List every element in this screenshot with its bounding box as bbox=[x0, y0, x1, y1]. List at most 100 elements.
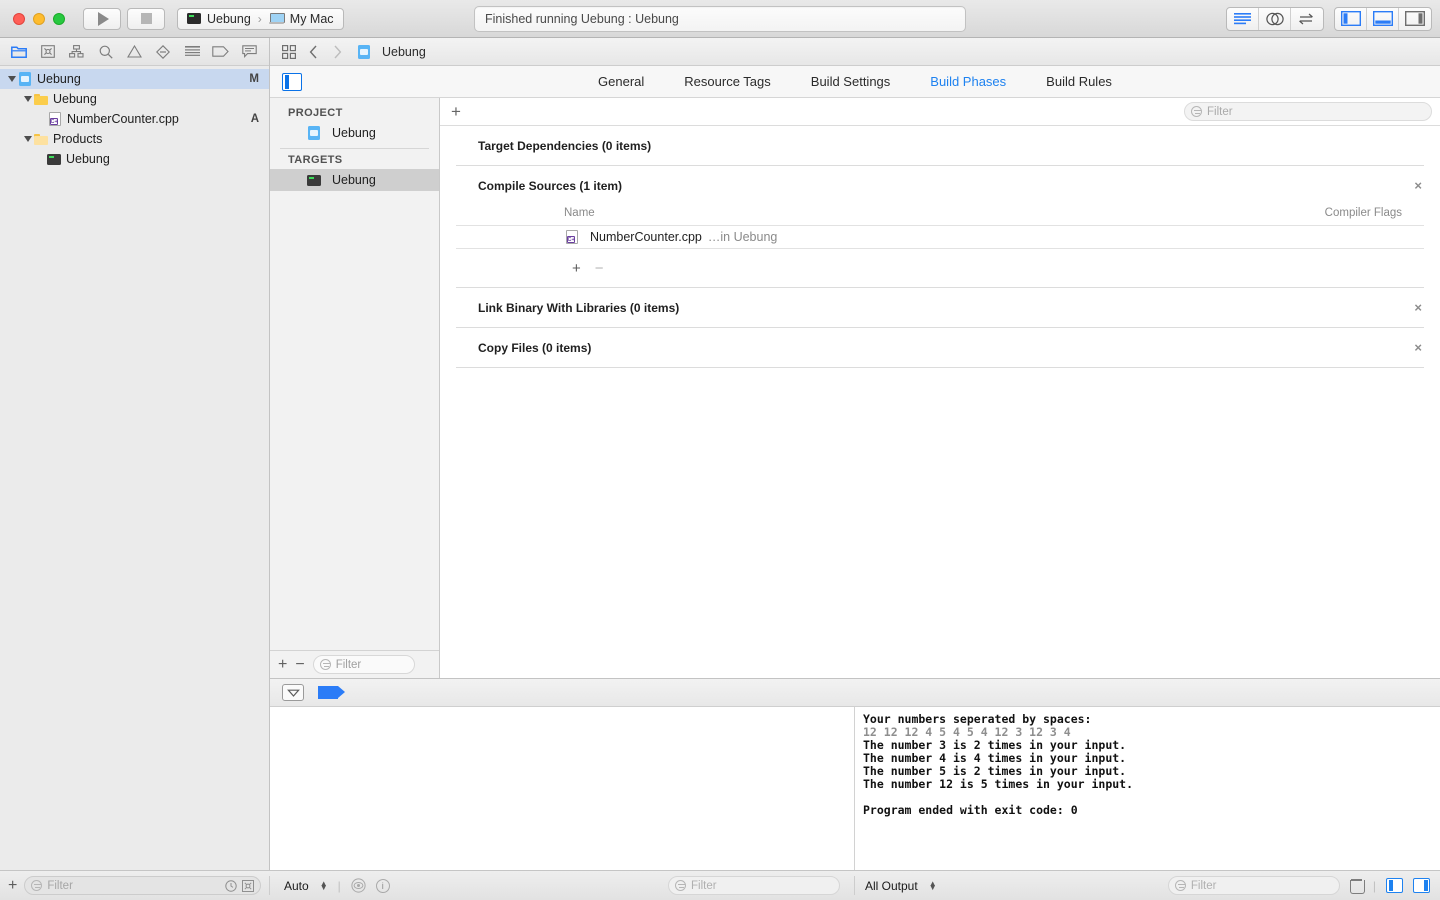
tab-build-phases[interactable]: Build Phases bbox=[930, 74, 1006, 89]
variables-view[interactable] bbox=[270, 707, 855, 870]
target-list-item[interactable]: Uebung bbox=[270, 169, 439, 191]
output-scope-label[interactable]: All Output bbox=[865, 879, 918, 893]
titlebar-right-controls bbox=[1226, 6, 1432, 31]
project-list-item[interactable]: Uebung bbox=[270, 122, 439, 144]
activity-status-bar: Finished running Uebung : Uebung bbox=[474, 5, 966, 32]
build-phases-filter-placeholder: Filter bbox=[1207, 105, 1233, 118]
chevron-updown-icon[interactable]: ▲ ▼ bbox=[320, 879, 328, 891]
report-icon[interactable] bbox=[236, 40, 263, 64]
targets-filter-input[interactable]: Filter bbox=[312, 655, 415, 674]
source-control-filter-icon[interactable] bbox=[242, 879, 254, 892]
nav-row-project[interactable]: Uebung M bbox=[0, 69, 269, 89]
breadcrumb-label: Uebung bbox=[382, 44, 426, 59]
zoom-window-button[interactable] bbox=[53, 12, 65, 25]
remove-phase-button[interactable]: × bbox=[1414, 178, 1422, 193]
disclosure-open-icon[interactable] bbox=[6, 74, 17, 85]
remove-target-button[interactable]: − bbox=[295, 656, 304, 673]
add-file-button[interactable]: + bbox=[572, 260, 581, 277]
disclosure-open-icon[interactable] bbox=[22, 134, 33, 145]
console-output[interactable]: Your numbers seperated by spaces: 12 12 … bbox=[855, 707, 1440, 870]
back-chevron-icon[interactable] bbox=[302, 41, 324, 63]
main-area: Uebung M Uebung C+ NumberCounter.cpp A P… bbox=[0, 38, 1440, 870]
symbol-icon[interactable] bbox=[64, 40, 91, 64]
add-file-button[interactable]: + bbox=[8, 877, 17, 894]
nav-row-group-uebung[interactable]: Uebung bbox=[0, 89, 269, 109]
disclosure-open-icon[interactable] bbox=[22, 94, 33, 105]
variables-filter-placeholder: Filter bbox=[691, 879, 717, 892]
executable-icon bbox=[306, 173, 321, 188]
nav-row-file-numbercounter[interactable]: C+ NumberCounter.cpp A bbox=[0, 109, 269, 129]
show-console-view-button[interactable] bbox=[1413, 878, 1430, 893]
source-control-icon[interactable] bbox=[35, 40, 62, 64]
remove-phase-button[interactable]: × bbox=[1414, 300, 1422, 315]
variables-scope-label[interactable]: Auto bbox=[284, 879, 309, 893]
nav-row-label: Uebung bbox=[37, 72, 81, 86]
phase-header[interactable]: Compile Sources (1 item) × bbox=[456, 166, 1424, 205]
toggle-navigator-button[interactable] bbox=[1335, 7, 1367, 30]
close-window-button[interactable] bbox=[13, 12, 25, 25]
executable-icon bbox=[187, 13, 201, 24]
phase-header[interactable]: Link Binary With Libraries (0 items) × bbox=[456, 288, 1424, 327]
version-editor-button[interactable] bbox=[1291, 8, 1323, 30]
destination-name: My Mac bbox=[289, 11, 334, 26]
show-variables-view-button[interactable] bbox=[1386, 878, 1403, 893]
compile-source-location: …in Uebung bbox=[707, 230, 778, 244]
remove-file-button[interactable]: − bbox=[595, 260, 604, 277]
console-filter-input[interactable]: Filter bbox=[1167, 876, 1340, 895]
tab-resource-tags[interactable]: Resource Tags bbox=[684, 74, 770, 89]
cpp-file-icon: C+ bbox=[47, 112, 62, 127]
add-target-button[interactable]: + bbox=[278, 656, 287, 673]
navigator-filter-input[interactable]: Filter bbox=[24, 876, 261, 895]
compile-sources-add-remove: + − bbox=[456, 249, 1424, 287]
window-titlebar: Uebung › My Mac Finished running Uebung … bbox=[0, 0, 1440, 38]
minimize-window-button[interactable] bbox=[33, 12, 45, 25]
phase-header[interactable]: Copy Files (0 items) × bbox=[456, 328, 1424, 367]
pane-toggle-segment bbox=[1334, 6, 1432, 31]
recent-files-icon[interactable] bbox=[225, 879, 237, 892]
info-icon[interactable]: i bbox=[375, 878, 390, 893]
breadcrumb[interactable]: Uebung bbox=[356, 44, 426, 59]
compile-source-row[interactable]: C+ NumberCounter.cpp …in Uebung bbox=[456, 225, 1424, 249]
project-navigator-tree[interactable]: Uebung M Uebung C+ NumberCounter.cpp A P… bbox=[0, 66, 269, 870]
search-icon[interactable] bbox=[92, 40, 119, 64]
build-phases-filter-input[interactable]: Filter bbox=[1184, 102, 1432, 121]
target-item-label: Uebung bbox=[332, 173, 376, 187]
nav-status-badge: M bbox=[249, 73, 259, 85]
clear-console-icon[interactable] bbox=[1349, 878, 1365, 894]
targets-pane: PROJECT Uebung TARGETS Uebung + − Filter bbox=[270, 98, 440, 678]
phase-compile-sources: Compile Sources (1 item) × Name Compiler… bbox=[456, 166, 1424, 288]
chevron-updown-icon[interactable]: ▲ ▼ bbox=[929, 879, 937, 891]
variables-filter-input[interactable]: Filter bbox=[668, 876, 840, 895]
stop-button[interactable] bbox=[127, 7, 165, 30]
breakpoint-activate-icon[interactable] bbox=[318, 686, 345, 699]
folder-icon[interactable] bbox=[6, 40, 33, 64]
standard-editor-button[interactable] bbox=[1227, 7, 1259, 30]
window-controls bbox=[0, 12, 65, 25]
phase-header[interactable]: Target Dependencies (0 items) bbox=[456, 126, 1424, 165]
debug-area: Your numbers seperated by spaces: 12 12 … bbox=[270, 678, 1440, 870]
assistant-editor-button[interactable] bbox=[1259, 7, 1291, 30]
phase-title: Compile Sources (1 item) bbox=[478, 178, 623, 193]
breakpoint-icon[interactable] bbox=[207, 40, 234, 64]
scope-eye-icon[interactable] bbox=[351, 878, 366, 893]
tab-build-settings[interactable]: Build Settings bbox=[811, 74, 891, 89]
toggle-inspector-button[interactable] bbox=[1399, 8, 1431, 30]
remove-phase-button[interactable]: × bbox=[1414, 340, 1422, 355]
add-build-phase-button[interactable]: + bbox=[451, 103, 461, 120]
related-items-icon[interactable] bbox=[278, 41, 300, 63]
nav-row-group-products[interactable]: Products bbox=[0, 129, 269, 149]
build-phases-toolbar: + Filter bbox=[440, 98, 1440, 126]
hide-console-icon[interactable] bbox=[282, 684, 304, 701]
warning-icon[interactable] bbox=[121, 40, 148, 64]
tab-build-rules[interactable]: Build Rules bbox=[1046, 74, 1112, 89]
toggle-debug-area-button[interactable] bbox=[1367, 7, 1399, 30]
compile-source-name: NumberCounter.cpp bbox=[590, 230, 702, 244]
tab-general[interactable]: General bbox=[598, 74, 644, 89]
run-button[interactable] bbox=[83, 7, 121, 30]
nav-row-product-uebung[interactable]: Uebung bbox=[0, 149, 269, 169]
test-icon[interactable] bbox=[150, 40, 177, 64]
forward-chevron-icon[interactable] bbox=[326, 41, 348, 63]
scheme-selector[interactable]: Uebung › My Mac bbox=[177, 7, 344, 30]
debug-icon[interactable] bbox=[179, 40, 206, 64]
filter-icon bbox=[1174, 880, 1186, 891]
